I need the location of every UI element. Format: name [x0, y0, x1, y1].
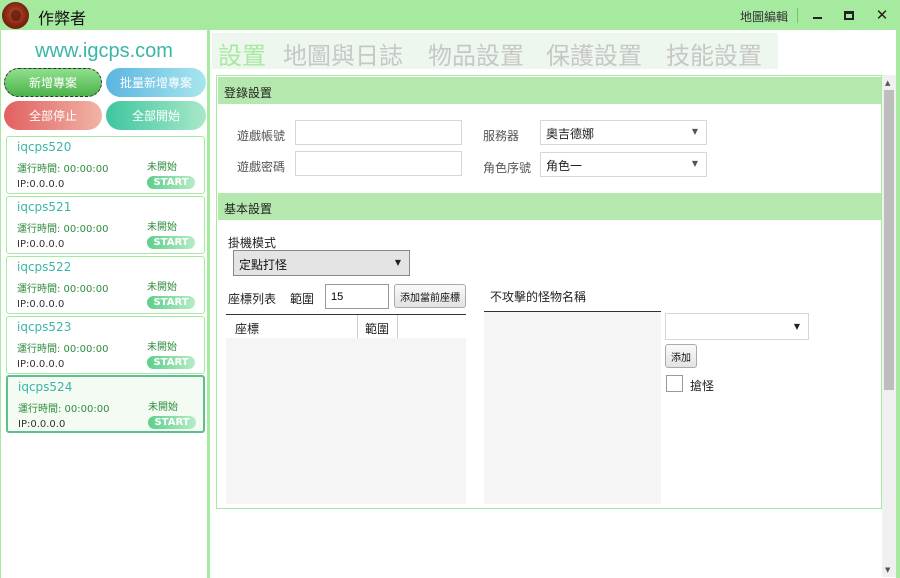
profile-name: iqcps523 — [17, 320, 72, 334]
account-label: 遊戲帳號 — [237, 129, 286, 143]
site-url: www.igcps.com — [35, 40, 173, 62]
minimize-icon — [812, 17, 822, 19]
role-select-value: 角色一 — [546, 159, 583, 173]
settings-panel: 登錄設置 遊戲帳號 遊戲密碼 服務器 奧吉德娜 ▼ 角色序號 角色一 ▼ 基本設… — [216, 75, 882, 509]
profile-runtime: 運行時間: 00:00:00 — [18, 404, 110, 415]
window-border — [896, 30, 900, 578]
app-title: 作弊者 — [38, 9, 87, 28]
tab-settings[interactable]: 設置 — [218, 36, 266, 71]
coord-column-header[interactable]: 座標 — [235, 320, 259, 337]
new-profile-button[interactable]: 新增專案 — [4, 68, 102, 97]
range-column-header[interactable]: 範圍 — [365, 320, 389, 337]
coord-list-table[interactable]: 座標 範圍 — [226, 314, 466, 504]
grab-monster-checkbox[interactable] — [666, 375, 683, 392]
role-label: 角色序號 — [483, 161, 532, 175]
wax-seal-icon — [2, 2, 29, 29]
close-icon: ✕ — [875, 5, 889, 24]
titlebar-divider — [797, 8, 798, 23]
profile-ip: IP:0.0.0.0 — [17, 239, 65, 250]
range-input[interactable] — [325, 284, 389, 309]
profile-name: iqcps521 — [17, 200, 72, 214]
add-monster-button[interactable]: 添加 — [665, 344, 697, 368]
monster-name-select[interactable]: ▼ — [665, 313, 809, 340]
profile-status: 未開始 — [147, 282, 177, 293]
scroll-up-icon[interactable]: ▲ — [885, 79, 890, 87]
stop-all-button[interactable]: 全部停止 — [4, 101, 102, 130]
login-settings-header: 登錄設置 — [218, 77, 881, 104]
tab-protection[interactable]: 保護設置 — [546, 36, 642, 71]
profile-start-button[interactable]: START — [147, 356, 195, 369]
profile-start-button[interactable]: START — [147, 236, 195, 249]
password-input[interactable] — [295, 151, 462, 176]
coord-list-label: 座標列表 — [228, 292, 277, 306]
chevron-down-icon: ▼ — [691, 159, 698, 168]
no-attack-monster-list[interactable] — [484, 311, 661, 504]
scroll-down-icon[interactable]: ▼ — [885, 566, 890, 574]
profile-start-button[interactable]: START — [147, 296, 195, 309]
profile-status: 未開始 — [148, 402, 178, 413]
server-label: 服務器 — [483, 129, 520, 143]
profile-ip: IP:0.0.0.0 — [17, 359, 65, 370]
tab-skills[interactable]: 技能設置 — [666, 36, 762, 71]
start-all-button[interactable]: 全部開始 — [106, 101, 206, 130]
chevron-down-icon: ▼ — [394, 258, 401, 267]
profile-name: iqcps520 — [17, 140, 72, 154]
column-divider — [357, 315, 358, 338]
server-select-value: 奧吉德娜 — [546, 127, 595, 141]
account-input[interactable] — [295, 120, 462, 145]
tab-items[interactable]: 物品設置 — [428, 36, 524, 71]
password-label: 遊戲密碼 — [237, 160, 286, 174]
profile-runtime: 運行時間: 00:00:00 — [17, 284, 109, 295]
idle-mode-label: 掛機模式 — [228, 236, 277, 250]
chevron-down-icon: ▼ — [793, 322, 800, 331]
profile-ip: IP:0.0.0.0 — [18, 419, 66, 430]
profile-status: 未開始 — [147, 222, 177, 233]
maximize-icon — [844, 10, 854, 20]
scrollbar-thumb[interactable] — [884, 90, 894, 390]
role-select[interactable]: 角色一 ▼ — [540, 152, 707, 177]
column-divider — [397, 315, 398, 338]
add-current-coord-button[interactable]: 添加當前座標 — [394, 284, 466, 308]
profile-card[interactable]: iqcps520 運行時間: 00:00:00 未開始 IP:0.0.0.0 S… — [6, 136, 205, 194]
maximize-button[interactable] — [838, 5, 860, 25]
title-bar: 作弊者 地圖編輯 ✕ — [0, 0, 900, 30]
profile-start-button[interactable]: START — [147, 176, 195, 189]
idle-mode-select[interactable]: 定點打怪 ▼ — [233, 250, 410, 276]
profile-ip: IP:0.0.0.0 — [17, 299, 65, 310]
grab-monster-label: 搶怪 — [690, 379, 715, 393]
profile-card[interactable]: iqcps523 運行時間: 00:00:00 未開始 IP:0.0.0.0 S… — [6, 316, 205, 374]
profile-ip: IP:0.0.0.0 — [17, 179, 65, 190]
no-attack-monster-label: 不攻擊的怪物名稱 — [490, 290, 587, 304]
minimize-button[interactable] — [806, 5, 828, 25]
tab-bar: 設置 地圖與日誌 物品設置 保護設置 技能設置 — [212, 33, 778, 71]
profile-card[interactable]: iqcps521 運行時間: 00:00:00 未開始 IP:0.0.0.0 S… — [6, 196, 205, 254]
profile-start-button[interactable]: START — [148, 416, 196, 429]
profile-status: 未開始 — [147, 342, 177, 353]
batch-new-profile-button[interactable]: 批量新增專案 — [106, 68, 206, 97]
coord-table-header: 座標 範圍 — [226, 315, 466, 338]
profile-name: iqcps522 — [17, 260, 72, 274]
chevron-down-icon: ▼ — [691, 127, 698, 136]
vertical-scrollbar[interactable]: ▲ ▼ — [882, 75, 896, 577]
sidebar: www.igcps.com 新增專案 批量新增專案 全部停止 全部開始 iqcp… — [0, 30, 210, 578]
range-label: 範圍 — [290, 292, 315, 306]
profile-status: 未開始 — [147, 162, 177, 173]
map-edit-link[interactable]: 地圖編輯 — [740, 8, 788, 25]
profile-name: iqcps524 — [18, 380, 73, 394]
profile-runtime: 運行時間: 00:00:00 — [17, 224, 109, 235]
close-button[interactable]: ✕ — [871, 5, 893, 25]
basic-settings-header: 基本設置 — [218, 193, 881, 220]
profile-card-selected[interactable]: iqcps524 運行時間: 00:00:00 未開始 IP:0.0.0.0 S… — [6, 375, 205, 433]
server-select[interactable]: 奧吉德娜 ▼ — [540, 120, 707, 145]
profile-runtime: 運行時間: 00:00:00 — [17, 344, 109, 355]
idle-mode-value: 定點打怪 — [239, 258, 288, 272]
profile-card[interactable]: iqcps522 運行時間: 00:00:00 未開始 IP:0.0.0.0 S… — [6, 256, 205, 314]
profile-runtime: 運行時間: 00:00:00 — [17, 164, 109, 175]
tab-map-log[interactable]: 地圖與日誌 — [283, 36, 403, 71]
